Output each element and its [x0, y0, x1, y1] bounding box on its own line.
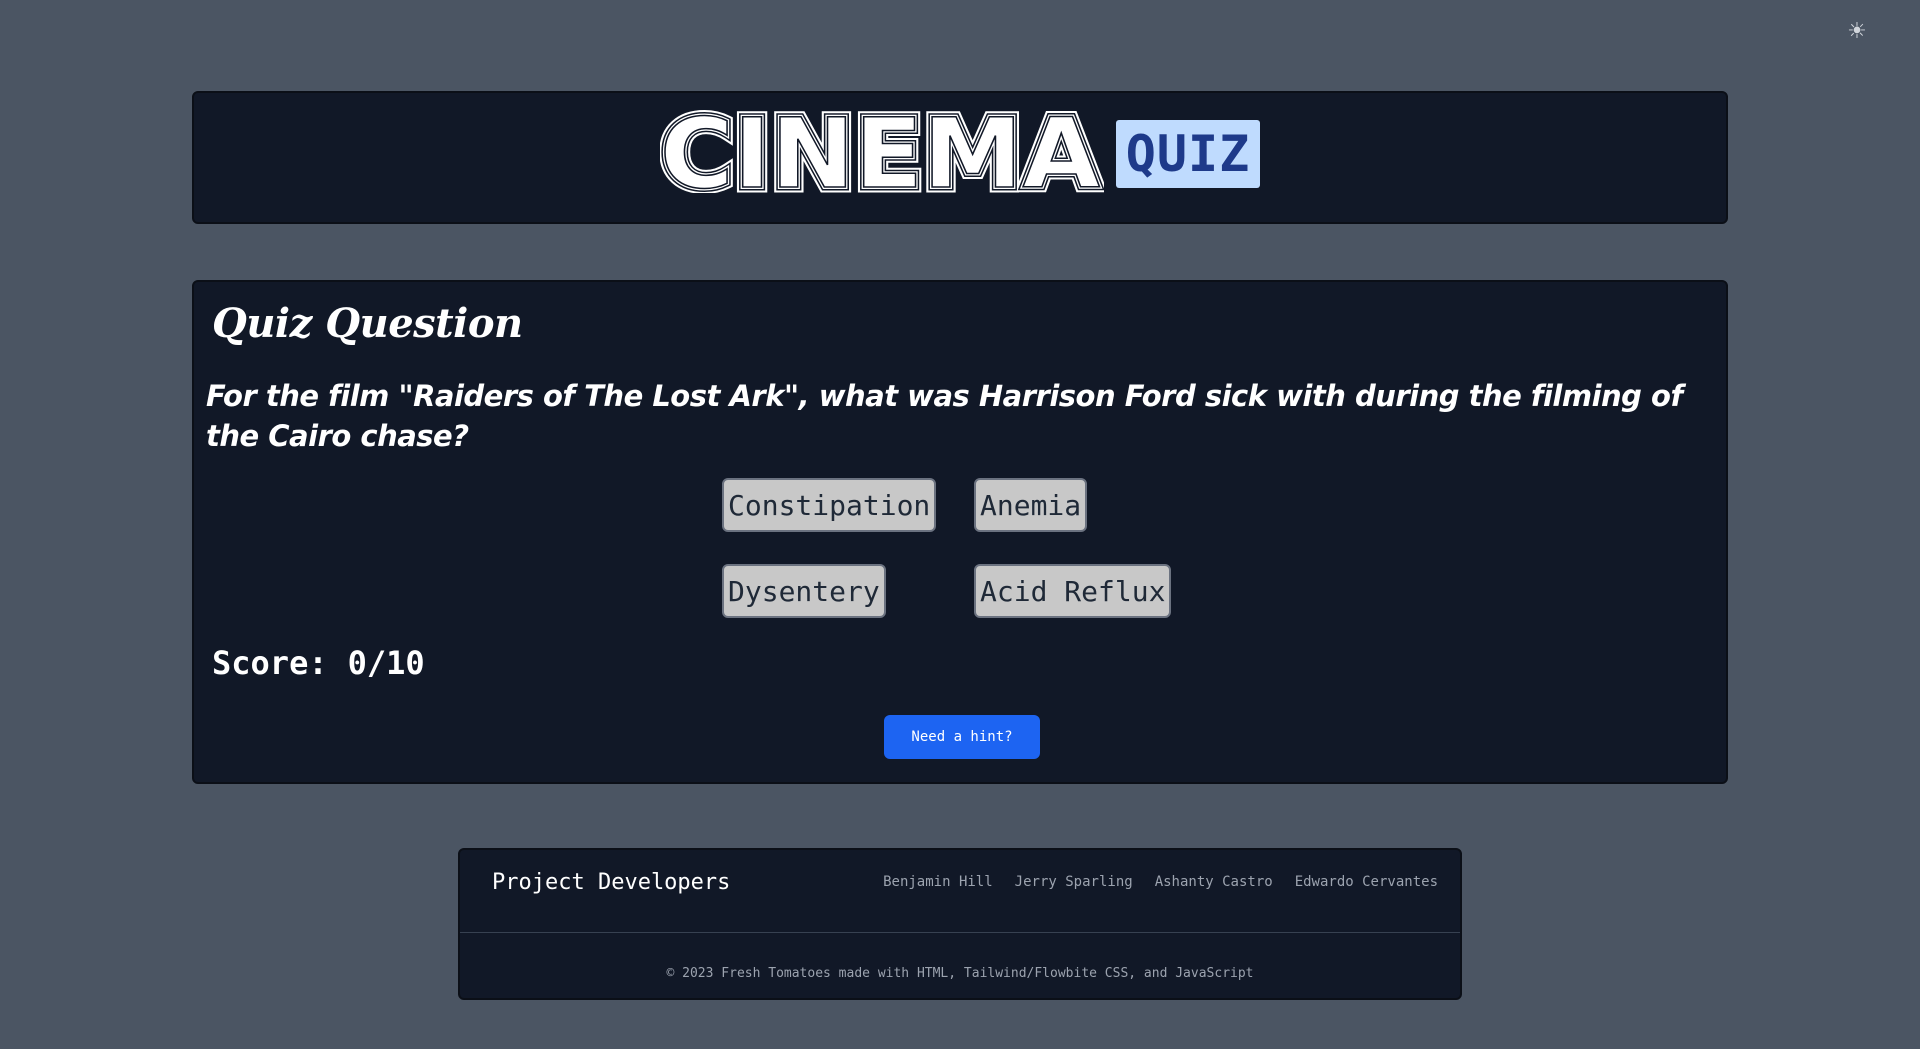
sun-icon: ☀ — [1847, 18, 1867, 44]
developer-link[interactable]: Benjamin Hill — [883, 874, 993, 890]
footer-title: Project Developers — [492, 870, 731, 895]
theme-toggle-button[interactable]: ☀ — [1844, 18, 1870, 44]
answer-button[interactable]: Constipation — [722, 478, 937, 532]
quiz-badge: QUIZ — [1115, 120, 1261, 188]
copyright-text: © 2023 Fresh Tomatoes made with HTML, Ta… — [666, 966, 1254, 981]
answer-button[interactable]: Anemia — [974, 478, 1088, 532]
footer-divider — [460, 932, 1460, 933]
developer-link[interactable]: Edwardo Cervantes — [1295, 874, 1438, 890]
logo: CINEMA CINEMA CINEMA CINEMA QUIZ — [194, 103, 1726, 193]
answer-button[interactable]: Dysentery — [722, 564, 886, 618]
hint-button[interactable]: Need a hint? — [884, 715, 1040, 759]
quiz-card: Quiz Question For the film "Raiders of T… — [192, 280, 1728, 784]
header-banner: CINEMA CINEMA CINEMA CINEMA QUIZ — [192, 91, 1728, 224]
developer-link[interactable]: Jerry Sparling — [1015, 874, 1133, 890]
developer-list: Benjamin Hill Jerry Sparling Ashanty Cas… — [883, 874, 1438, 890]
answer-button[interactable]: Acid Reflux — [974, 564, 1172, 618]
footer: Project Developers Benjamin Hill Jerry S… — [458, 848, 1462, 1000]
cinema-logo-inner: CINEMA — [660, 103, 1100, 193]
score-value: 0/10 — [347, 644, 425, 682]
cinema-logo: CINEMA CINEMA CINEMA CINEMA — [660, 103, 1104, 193]
quiz-title: Quiz Question — [212, 300, 523, 347]
score-label: Score: — [212, 644, 328, 682]
question-text: For the film "Raiders of The Lost Ark", … — [206, 379, 1683, 453]
score-display: Score: 0/10 — [212, 644, 425, 682]
developer-link[interactable]: Ashanty Castro — [1155, 874, 1273, 890]
